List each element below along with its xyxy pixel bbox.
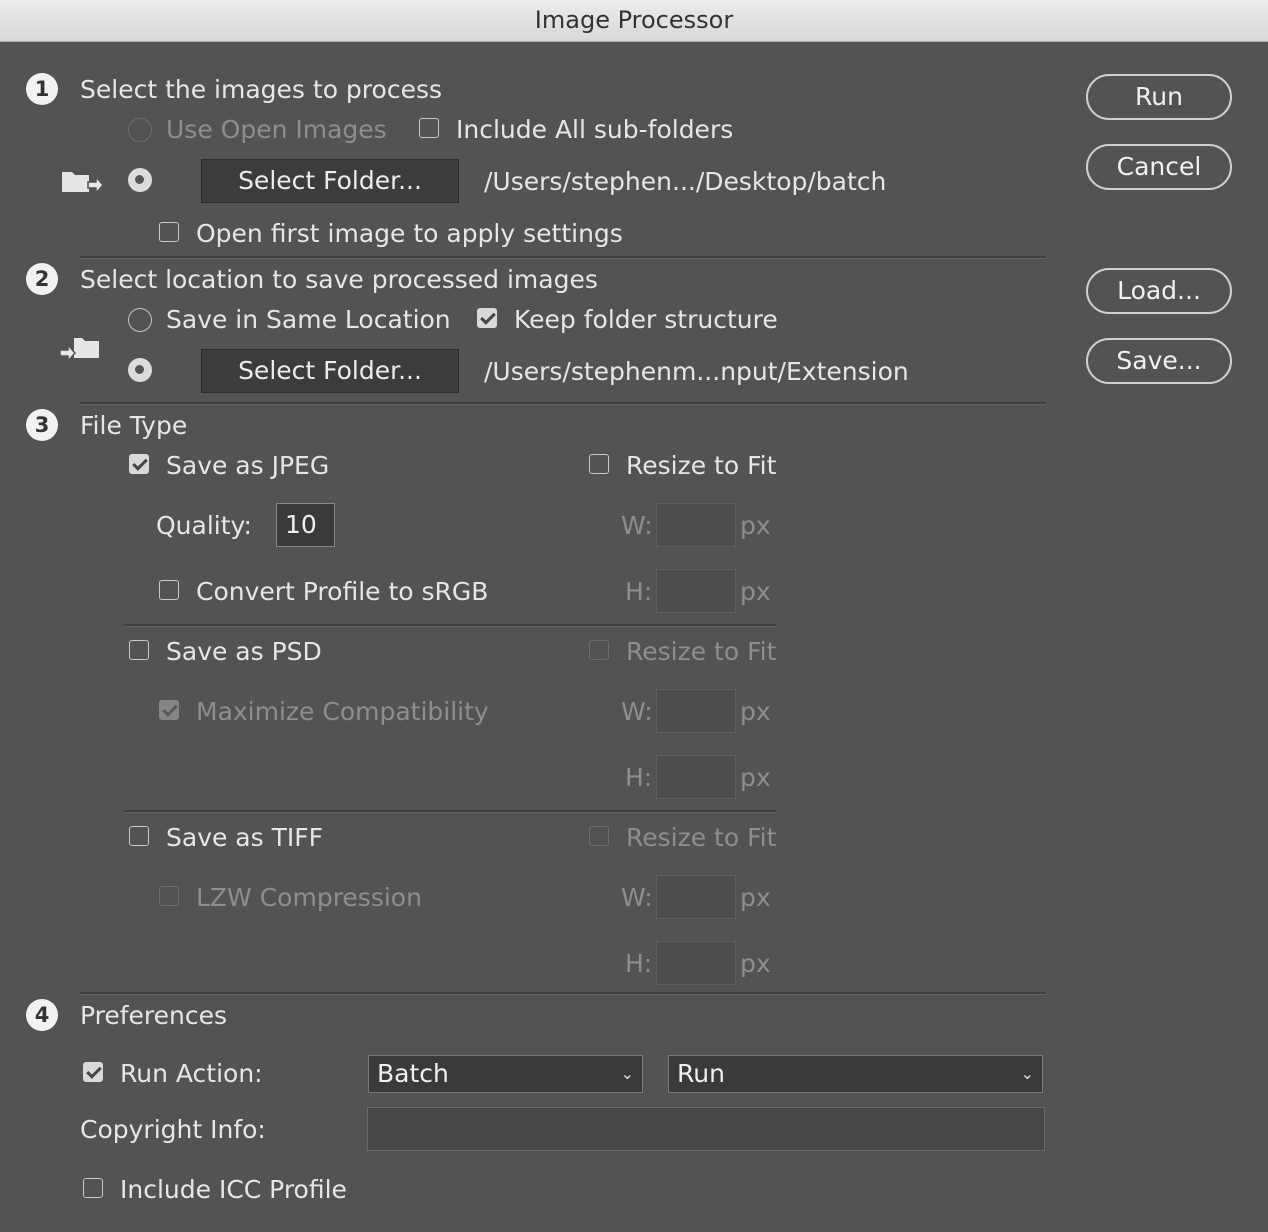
- select-destination-folder-radio[interactable]: [128, 358, 152, 382]
- save-as-jpeg-checkbox[interactable]: [129, 454, 149, 474]
- step-4-number: 4: [26, 999, 58, 1031]
- select-source-folder-radio[interactable]: [128, 168, 152, 192]
- save-as-psd-label: Save as PSD: [166, 637, 322, 666]
- jpeg-height-unit: px: [740, 577, 771, 606]
- step-1-number: 1: [26, 73, 58, 105]
- maximize-compatibility-checkbox[interactable]: [159, 700, 179, 720]
- psd-width-unit: px: [740, 697, 771, 726]
- copyright-info-input[interactable]: [367, 1107, 1045, 1151]
- tiff-height-label: H:: [625, 949, 653, 978]
- step-2-heading: Select location to save processed images: [80, 265, 598, 294]
- save-as-psd-checkbox[interactable]: [129, 640, 149, 660]
- include-icc-profile-label: Include ICC Profile: [120, 1175, 347, 1204]
- step-4-heading: Preferences: [80, 1001, 228, 1030]
- action-value: Run: [677, 1059, 725, 1088]
- save-as-jpeg-label: Save as JPEG: [166, 451, 330, 480]
- title-bar: Image Processor: [0, 0, 1268, 42]
- jpeg-height-label: H:: [625, 577, 653, 606]
- keep-folder-structure-label: Keep folder structure: [514, 305, 778, 334]
- lzw-compression-checkbox[interactable]: [159, 886, 179, 906]
- run-button[interactable]: Run: [1086, 74, 1232, 120]
- include-subfolders-checkbox[interactable]: [419, 118, 439, 138]
- convert-srgb-checkbox[interactable]: [159, 580, 179, 600]
- step-3-heading: File Type: [80, 411, 188, 440]
- run-action-checkbox[interactable]: [83, 1062, 103, 1082]
- maximize-compatibility-label: Maximize Compatibility: [196, 697, 489, 726]
- psd-resize-to-fit-checkbox[interactable]: [589, 640, 609, 660]
- keep-folder-structure-checkbox[interactable]: [477, 308, 497, 328]
- include-subfolders-label: Include All sub-folders: [456, 115, 734, 144]
- save-same-location-radio[interactable]: [128, 308, 152, 332]
- psd-height-label: H:: [625, 763, 653, 792]
- tiff-width-unit: px: [740, 883, 771, 912]
- separator: [124, 810, 776, 813]
- lzw-compression-label: LZW Compression: [196, 883, 422, 912]
- jpeg-width-unit: px: [740, 511, 771, 540]
- separator: [124, 624, 776, 627]
- save-as-tiff-checkbox[interactable]: [129, 826, 149, 846]
- source-folder-icon: [62, 172, 104, 195]
- separator: [80, 992, 1046, 995]
- jpeg-width-input[interactable]: [656, 503, 736, 547]
- psd-height-unit: px: [740, 763, 771, 792]
- tiff-width-input[interactable]: [656, 875, 736, 919]
- tiff-resize-to-fit-checkbox[interactable]: [589, 826, 609, 846]
- jpeg-resize-to-fit-checkbox[interactable]: [589, 454, 609, 474]
- save-as-tiff-label: Save as TIFF: [166, 823, 324, 852]
- tiff-resize-to-fit-label: Resize to Fit: [626, 823, 777, 852]
- psd-resize-to-fit-label: Resize to Fit: [626, 637, 777, 666]
- jpeg-width-label: W:: [621, 511, 653, 540]
- load-button[interactable]: Load...: [1086, 268, 1232, 314]
- destination-folder-icon: [59, 338, 99, 363]
- step-2-number: 2: [26, 263, 58, 295]
- select-source-folder-button[interactable]: Select Folder...: [201, 159, 459, 203]
- tiff-height-input[interactable]: [656, 941, 736, 985]
- tiff-width-label: W:: [621, 883, 653, 912]
- open-first-image-label: Open first image to apply settings: [196, 219, 623, 248]
- step-3-number: 3: [26, 409, 58, 441]
- tiff-height-unit: px: [740, 949, 771, 978]
- use-open-images-label: Use Open Images: [166, 115, 387, 144]
- run-action-label: Run Action:: [120, 1059, 263, 1088]
- window-title: Image Processor: [534, 6, 734, 34]
- jpeg-quality-input[interactable]: 10: [276, 503, 335, 547]
- psd-width-input[interactable]: [656, 689, 736, 733]
- save-same-location-label: Save in Same Location: [166, 305, 451, 334]
- chevron-down-icon: ⌄: [1020, 1064, 1034, 1083]
- save-button[interactable]: Save...: [1086, 338, 1232, 384]
- jpeg-height-input[interactable]: [656, 569, 736, 613]
- separator: [80, 256, 1046, 259]
- psd-width-label: W:: [621, 697, 653, 726]
- separator: [80, 402, 1046, 405]
- include-icc-profile-checkbox[interactable]: [83, 1178, 103, 1198]
- open-first-image-checkbox[interactable]: [159, 222, 179, 242]
- destination-folder-path: /Users/stephenm...nput/Extension: [484, 357, 909, 386]
- use-open-images-radio[interactable]: [128, 118, 152, 142]
- psd-height-input[interactable]: [656, 755, 736, 799]
- jpeg-quality-label: Quality:: [156, 511, 252, 540]
- step-1-heading: Select the images to process: [80, 75, 442, 104]
- action-select[interactable]: Run ⌄: [668, 1055, 1043, 1093]
- copyright-info-label: Copyright Info:: [80, 1115, 266, 1144]
- action-set-value: Batch: [377, 1059, 449, 1088]
- convert-srgb-label: Convert Profile to sRGB: [196, 577, 489, 606]
- chevron-down-icon: ⌄: [620, 1064, 634, 1083]
- cancel-button[interactable]: Cancel: [1086, 144, 1232, 190]
- jpeg-resize-to-fit-label: Resize to Fit: [626, 451, 777, 480]
- action-set-select[interactable]: Batch ⌄: [368, 1055, 643, 1093]
- select-destination-folder-button[interactable]: Select Folder...: [201, 349, 459, 393]
- source-folder-path: /Users/stephen.../Desktop/batch: [484, 167, 887, 196]
